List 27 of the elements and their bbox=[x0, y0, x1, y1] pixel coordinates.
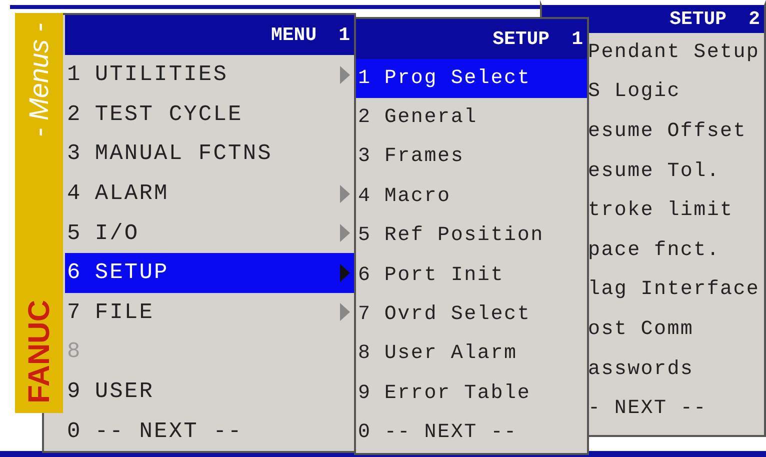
banner-caption: - Menus - bbox=[22, 23, 55, 138]
menu-item[interactable]: 1 Prog Select bbox=[356, 58, 587, 98]
menu-item[interactable]: 7 Ovrd Select bbox=[356, 295, 587, 335]
menu-item[interactable]: 0 -- NEXT -- bbox=[356, 414, 587, 454]
menu-title: MENU bbox=[270, 22, 317, 48]
menu-page-number: 1 bbox=[338, 22, 350, 48]
menu-item[interactable]: 1 UTILITIES bbox=[65, 55, 354, 95]
menu-item[interactable]: 4 ALARM bbox=[65, 174, 354, 214]
menu-item[interactable]: 3 MANUAL FCTNS bbox=[65, 134, 354, 174]
menu-item[interactable]: 3 Frames bbox=[356, 138, 587, 178]
menu-item[interactable]: 8 User Alarm bbox=[356, 334, 587, 374]
menu-title: SETUP bbox=[670, 6, 727, 32]
menu-item[interactable]: 2 TEST CYCLE bbox=[65, 94, 354, 134]
brand-logo: FANUC bbox=[22, 300, 56, 403]
menu-page-number: 2 bbox=[748, 6, 760, 32]
menu-item[interactable]: 0 -- NEXT -- bbox=[65, 411, 354, 451]
menu-item[interactable]: 5 I/O bbox=[65, 213, 354, 253]
menu-item[interactable]: 5 Ref Position bbox=[356, 216, 587, 256]
menu-item[interactable]: 9 Error Table bbox=[356, 374, 587, 414]
menu-title: SETUP bbox=[492, 26, 550, 52]
menu-item[interactable]: 6 Port Init bbox=[356, 256, 587, 296]
menu-item[interactable]: 9 USER bbox=[65, 372, 354, 412]
menu-item[interactable]: 2 General bbox=[356, 98, 587, 138]
menu-item[interactable]: 7 FILE bbox=[65, 292, 354, 332]
menu-item[interactable]: 4 Macro bbox=[356, 177, 587, 217]
menu-item[interactable]: 6 SETUP bbox=[65, 252, 354, 293]
menu-page-number: 1 bbox=[572, 26, 583, 52]
